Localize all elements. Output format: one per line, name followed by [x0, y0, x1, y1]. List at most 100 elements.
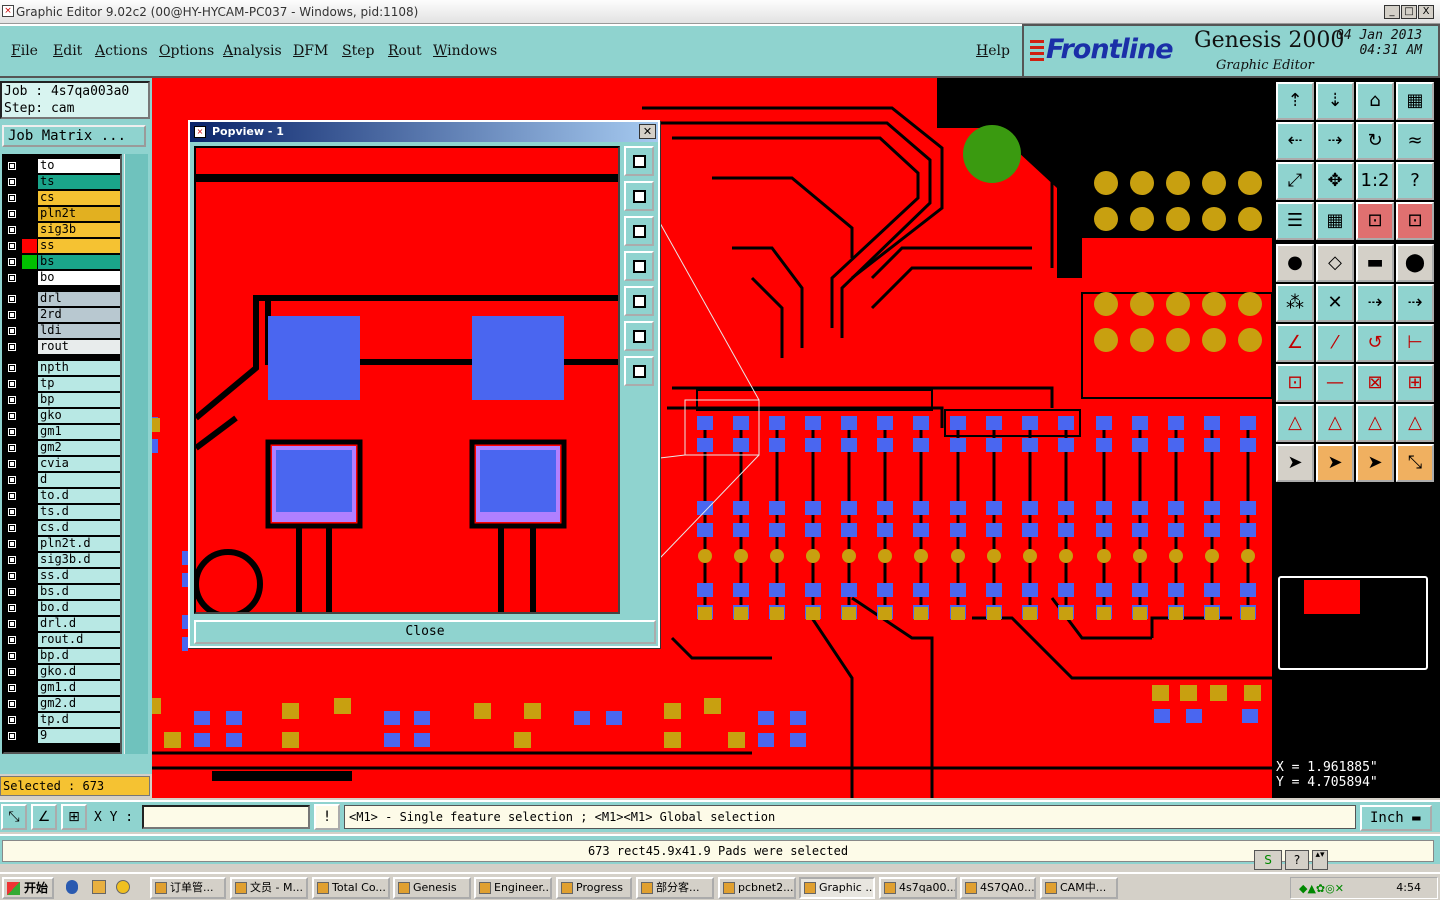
layer-color-swatch[interactable] [22, 569, 37, 583]
layer-row[interactable]: tp [4, 376, 120, 391]
layer-row[interactable]: gm2.d [4, 696, 120, 711]
layer-name[interactable]: cs.d [38, 521, 120, 535]
pan-right-icon[interactable]: ⇢ [1316, 122, 1354, 160]
layer-color-swatch[interactable] [22, 377, 37, 391]
desktop-quicklaunch-icon[interactable] [92, 880, 106, 894]
popview-zoom-view[interactable] [194, 146, 620, 614]
popview-titlebar[interactable]: × Popview - 1 [190, 122, 658, 142]
layer-row[interactable]: ts.d [4, 504, 120, 519]
popview-pan-left-icon[interactable] [624, 251, 654, 281]
layer-color-swatch[interactable] [22, 617, 37, 631]
layer-row[interactable]: gko [4, 408, 120, 423]
layer-color-swatch[interactable] [22, 713, 37, 727]
home-view-icon[interactable]: ⌂ [1356, 82, 1394, 120]
layer-name[interactable]: gm2 [38, 441, 120, 455]
close-button[interactable]: X [1418, 5, 1434, 19]
layer-color-swatch[interactable] [22, 425, 37, 439]
layer-checkbox[interactable] [7, 310, 17, 320]
snap-pin-icon[interactable]: ⊡ [1396, 202, 1434, 240]
zoom-fit-icon[interactable]: ⤢ [1276, 162, 1314, 200]
menu-windows[interactable]: Windows [433, 43, 497, 59]
layer-checkbox[interactable] [7, 603, 17, 613]
layer-name[interactable]: gko.d [38, 665, 120, 679]
select-icon[interactable]: ➤ [1276, 444, 1314, 482]
layer-color-swatch[interactable] [22, 292, 37, 306]
layer-checkbox[interactable] [7, 411, 17, 421]
layer-name[interactable]: drl [38, 292, 120, 306]
layer-color-swatch[interactable] [22, 409, 37, 423]
layer-checkbox[interactable] [7, 523, 17, 533]
layer-name[interactable]: ldi [38, 324, 120, 338]
layer-checkbox[interactable] [7, 475, 17, 485]
resize-icon[interactable]: ⊠ [1356, 364, 1394, 402]
layer-name[interactable]: d [38, 473, 120, 487]
layer-name[interactable]: drl.d [38, 617, 120, 631]
layer-row[interactable]: drl [4, 291, 120, 306]
tray-network-icon[interactable]: ◆▲✿◎✕ [1299, 882, 1344, 895]
layer-checkbox[interactable] [7, 491, 17, 501]
layer-row[interactable]: cs [4, 190, 120, 205]
layer-checkbox[interactable] [7, 555, 17, 565]
popview-pan-up-icon[interactable] [624, 181, 654, 211]
layer-name[interactable]: ts [38, 175, 120, 189]
layer-name[interactable]: 2rd [38, 308, 120, 322]
layer-row[interactable]: gko.d [4, 664, 120, 679]
layer-checkbox[interactable] [7, 225, 17, 235]
layer-row[interactable]: cvia [4, 456, 120, 471]
zoom-down-icon[interactable]: ⇣ [1316, 82, 1354, 120]
layer-color-swatch[interactable] [22, 649, 37, 663]
layer-checkbox[interactable] [7, 395, 17, 405]
layer-name[interactable]: bp.d [38, 649, 120, 663]
taskbar-task[interactable]: 部分客... [636, 877, 714, 899]
layer-row[interactable]: 2rd [4, 307, 120, 322]
layer-name[interactable]: cs [38, 191, 120, 205]
layer-color-swatch[interactable] [22, 537, 37, 551]
layer-row[interactable]: ss [4, 238, 120, 253]
start-button[interactable]: 开始 [2, 877, 54, 899]
layer-checkbox[interactable] [7, 363, 17, 373]
layer-name[interactable]: tp.d [38, 713, 120, 727]
query-icon[interactable]: ? [1396, 162, 1434, 200]
layer-color-swatch[interactable] [22, 585, 37, 599]
layer-checkbox[interactable] [7, 539, 17, 549]
delete-feature-icon[interactable]: ✕ [1316, 284, 1354, 322]
layer-name[interactable]: rout.d [38, 633, 120, 647]
wave-icon[interactable]: ≈ [1396, 122, 1434, 160]
layer-color-swatch[interactable] [22, 505, 37, 519]
layer-color-swatch[interactable] [22, 361, 37, 375]
layer-color-swatch[interactable] [22, 175, 37, 189]
layer-row[interactable]: sig3b [4, 222, 120, 237]
media-quicklaunch-icon[interactable] [116, 880, 130, 894]
polygon-icon[interactable]: ⊡ [1276, 364, 1314, 402]
snap-icon[interactable]: ⤡ [1, 804, 27, 830]
layer-name[interactable]: rout [38, 340, 120, 354]
layer-color-swatch[interactable] [22, 681, 37, 695]
layer-color-swatch[interactable] [22, 697, 37, 711]
pan-all-icon[interactable]: ✥ [1316, 162, 1354, 200]
layer-color-swatch[interactable] [22, 489, 37, 503]
layer-checkbox[interactable] [7, 667, 17, 677]
triangle-icon-2[interactable]: △ [1316, 404, 1354, 442]
layer-checkbox[interactable] [7, 193, 17, 203]
status-s-icon[interactable]: S [1254, 850, 1282, 870]
layer-row[interactable]: bp.d [4, 648, 120, 663]
grid-icon[interactable]: ⊞ [61, 804, 87, 830]
maximize-button[interactable]: □ [1401, 5, 1417, 19]
taskbar-task[interactable]: Graphic ... [799, 877, 875, 899]
overview-viewport[interactable] [1304, 580, 1360, 614]
layer-name[interactable]: ss.d [38, 569, 120, 583]
layer-name[interactable]: gm2.d [38, 697, 120, 711]
layer-name[interactable]: gm1 [38, 425, 120, 439]
layer-checkbox[interactable] [7, 587, 17, 597]
grid-toggle-icon[interactable]: ▦ [1316, 202, 1354, 240]
layer-color-swatch[interactable] [22, 239, 37, 253]
layer-name[interactable]: bs [38, 255, 120, 269]
layer-row[interactable]: bo.d [4, 600, 120, 615]
layer-row[interactable]: ss.d [4, 568, 120, 583]
layer-row[interactable]: to [4, 158, 120, 173]
units-select[interactable]: Inch ▬ [1360, 805, 1432, 831]
layer-color-swatch[interactable] [22, 441, 37, 455]
layer-checkbox[interactable] [7, 715, 17, 725]
scale-icon[interactable]: 1:2 [1356, 162, 1394, 200]
layer-row[interactable]: cs.d [4, 520, 120, 535]
